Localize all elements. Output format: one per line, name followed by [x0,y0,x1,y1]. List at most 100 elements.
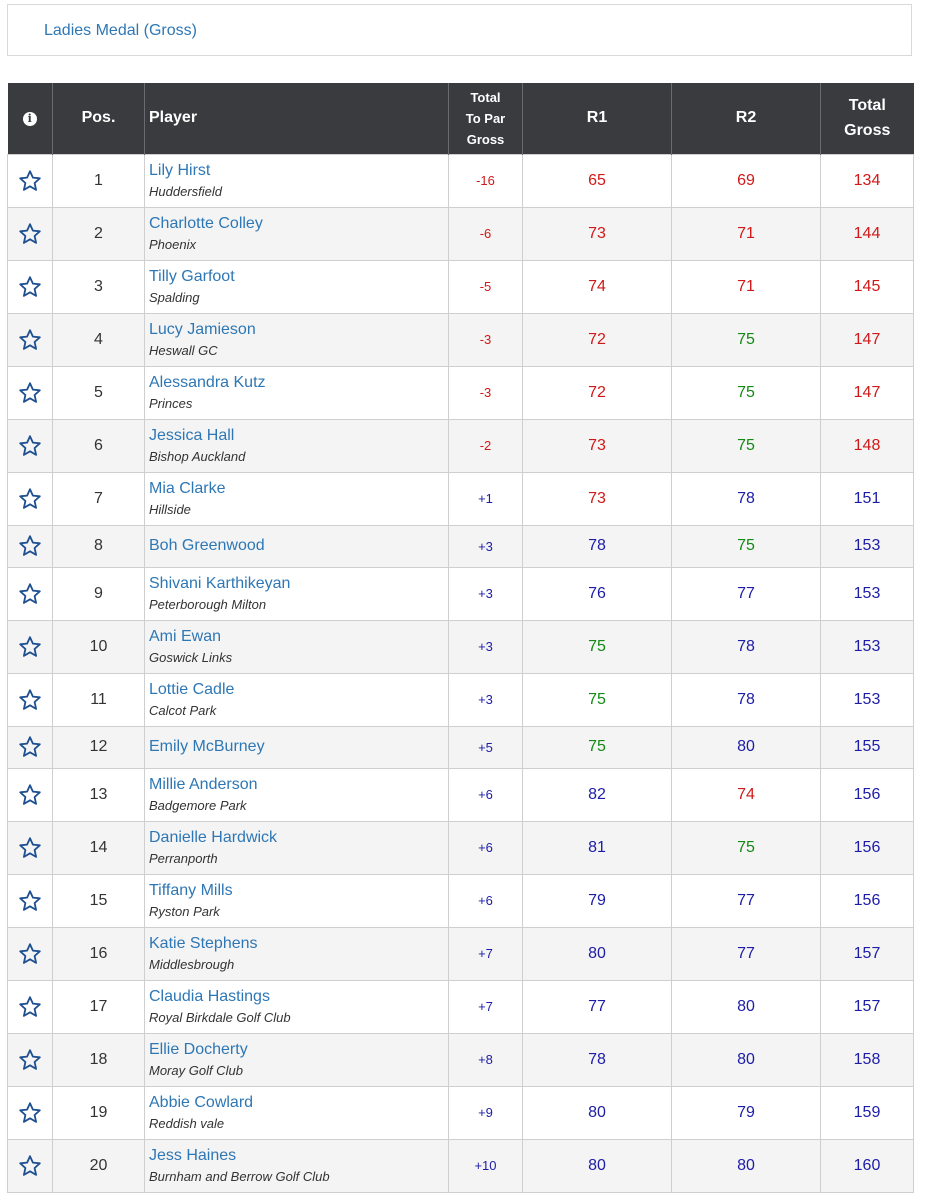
star-icon[interactable] [18,995,42,1019]
tab-ladies-medal-gross[interactable]: Ladies Medal (Gross) [44,22,197,40]
star-icon[interactable] [18,169,42,193]
favourite-cell[interactable] [7,1085,53,1140]
r2-score: 71 [737,224,755,242]
star-icon[interactable] [18,836,42,860]
player-name-link[interactable]: Jessica Hall [149,426,448,446]
player-name-link[interactable]: Ami Ewan [149,627,448,647]
favourite-cell[interactable] [7,767,53,822]
player-name-link[interactable]: Tilly Garfoot [149,267,448,287]
player-name-link[interactable]: Danielle Hardwick [149,828,448,848]
r2-score: 75 [737,838,755,856]
table-row[interactable]: 6 Jessica Hall Bishop Auckland -2 73 75 … [7,418,914,473]
to-par-header[interactable]: Total To Par Gross [448,83,523,154]
table-row[interactable]: 15 Tiffany Mills Ryston Park +6 79 77 15… [7,873,914,928]
star-icon[interactable] [18,1154,42,1178]
favourite-cell[interactable] [7,619,53,674]
player-cell: Ellie Docherty Moray Golf Club [144,1032,449,1087]
star-icon[interactable] [18,275,42,299]
r1-cell: 75 [522,725,672,769]
favourite-cell[interactable] [7,820,53,875]
favourite-cell[interactable] [7,566,53,621]
player-name-link[interactable]: Abbie Cowlard [149,1093,448,1113]
position-value: 20 [89,1156,108,1174]
star-icon[interactable] [18,942,42,966]
player-name-link[interactable]: Katie Stephens [149,934,448,954]
table-row[interactable]: 1 Lily Hirst Huddersfield -16 65 69 134 [7,153,914,208]
player-name-link[interactable]: Charlotte Colley [149,214,448,234]
star-icon[interactable] [18,487,42,511]
favourite-cell[interactable] [7,153,53,208]
favourite-cell[interactable] [7,418,53,473]
favourite-cell[interactable] [7,873,53,928]
r2-score: 80 [737,997,755,1015]
player-header[interactable]: Player [144,83,449,154]
favourite-cell[interactable] [7,312,53,367]
star-icon[interactable] [18,1048,42,1072]
star-icon[interactable] [18,735,42,759]
favourite-cell[interactable] [7,524,53,568]
player-name-link[interactable]: Jess Haines [149,1146,448,1166]
player-name-link[interactable]: Emily McBurney [149,737,448,757]
favourite-cell[interactable] [7,979,53,1034]
table-row[interactable]: 13 Millie Anderson Badgemore Park +6 82 … [7,767,914,822]
favourite-cell[interactable] [7,471,53,526]
star-icon[interactable] [18,434,42,458]
table-row[interactable]: 10 Ami Ewan Goswick Links +3 75 78 153 [7,619,914,674]
star-icon[interactable] [18,582,42,606]
table-row[interactable]: 11 Lottie Cadle Calcot Park +3 75 78 153 [7,672,914,727]
r1-header[interactable]: R1 [522,83,672,154]
r2-score: 80 [737,1156,755,1174]
table-row[interactable]: 18 Ellie Docherty Moray Golf Club +8 78 … [7,1032,914,1087]
table-row[interactable]: 5 Alessandra Kutz Princes -3 72 75 147 [7,365,914,420]
star-icon[interactable] [18,381,42,405]
table-row[interactable]: 14 Danielle Hardwick Perranporth +6 81 7… [7,820,914,875]
player-name-link[interactable]: Millie Anderson [149,775,448,795]
table-row[interactable]: 12 Emily McBurney +5 75 80 155 [7,725,914,769]
player-name-link[interactable]: Tiffany Mills [149,881,448,901]
favourite-cell[interactable] [7,1138,53,1193]
player-name-link[interactable]: Ellie Docherty [149,1040,448,1060]
table-row[interactable]: 20 Jess Haines Burnham and Berrow Golf C… [7,1138,914,1193]
position-value: 14 [89,838,108,856]
favourite-cell[interactable] [7,365,53,420]
table-row[interactable]: 3 Tilly Garfoot Spalding -5 74 71 145 [7,259,914,314]
favourite-cell[interactable] [7,1032,53,1087]
favourite-cell[interactable] [7,926,53,981]
star-icon[interactable] [18,635,42,659]
table-row[interactable]: 4 Lucy Jamieson Heswall GC -3 72 75 147 [7,312,914,367]
star-icon[interactable] [18,889,42,913]
table-row[interactable]: 17 Claudia Hastings Royal Birkdale Golf … [7,979,914,1034]
table-row[interactable]: 2 Charlotte Colley Phoenix -6 73 71 144 [7,206,914,261]
table-row[interactable]: 19 Abbie Cowlard Reddish vale +9 80 79 1… [7,1085,914,1140]
r2-cell: 77 [671,926,821,981]
favourite-cell[interactable] [7,259,53,314]
info-header[interactable]: i [7,83,53,154]
pos-header[interactable]: Pos. [52,83,145,154]
player-name-link[interactable]: Lucy Jamieson [149,320,448,340]
favourite-cell[interactable] [7,206,53,261]
star-icon[interactable] [18,783,42,807]
player-name-link[interactable]: Shivani Karthikeyan [149,574,448,594]
player-cell: Jess Haines Burnham and Berrow Golf Club [144,1138,449,1193]
star-icon[interactable] [18,688,42,712]
player-name-link[interactable]: Mia Clarke [149,479,448,499]
star-icon[interactable] [18,328,42,352]
favourite-cell[interactable] [7,672,53,727]
total-gross-header[interactable]: Total Gross [820,83,914,154]
table-row[interactable]: 7 Mia Clarke Hillside +1 73 78 151 [7,471,914,526]
star-icon[interactable] [18,534,42,558]
table-row[interactable]: 9 Shivani Karthikeyan Peterborough Milto… [7,566,914,621]
r2-header[interactable]: R2 [671,83,821,154]
player-name-link[interactable]: Lottie Cadle [149,680,448,700]
player-name-link[interactable]: Lily Hirst [149,161,448,181]
table-row[interactable]: 16 Katie Stephens Middlesbrough +7 80 77… [7,926,914,981]
table-row[interactable]: 8 Boh Greenwood +3 78 75 153 [7,524,914,568]
star-icon[interactable] [18,1101,42,1125]
to-par-cell: +1 [448,471,523,526]
player-name-link[interactable]: Alessandra Kutz [149,373,448,393]
player-name-link[interactable]: Boh Greenwood [149,536,448,556]
star-icon[interactable] [18,222,42,246]
player-cell: Lottie Cadle Calcot Park [144,672,449,727]
player-name-link[interactable]: Claudia Hastings [149,987,448,1007]
favourite-cell[interactable] [7,725,53,769]
